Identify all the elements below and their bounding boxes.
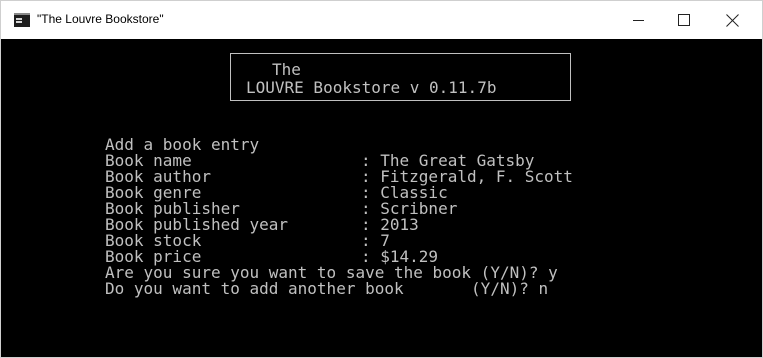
close-icon xyxy=(726,14,739,27)
header-line-2: LOUVRE Bookstore v 0.11.7b xyxy=(246,78,497,97)
maximize-icon xyxy=(678,14,690,26)
minimize-icon xyxy=(632,19,644,21)
header-line-1: The xyxy=(272,60,301,79)
console-output[interactable]: The LOUVRE Bookstore v 0.11.7b Add a boo… xyxy=(1,39,762,357)
minimize-button[interactable] xyxy=(615,1,661,39)
window-title: "The Louvre Bookstore" xyxy=(37,12,164,26)
title-bar[interactable]: "The Louvre Bookstore" xyxy=(1,1,762,39)
console-window: "The Louvre Bookstore" The LOUVRE Bookst… xyxy=(0,0,763,358)
console-app-icon xyxy=(14,13,30,27)
book-entry-form: Add a book entry Book name : The Great G… xyxy=(105,137,573,297)
maximize-button[interactable] xyxy=(661,1,707,39)
add-another-prompt: Do you want to add another book (Y/N)? n xyxy=(105,279,549,298)
close-button[interactable] xyxy=(709,1,755,39)
app-header-box: The LOUVRE Bookstore v 0.11.7b xyxy=(230,53,571,101)
